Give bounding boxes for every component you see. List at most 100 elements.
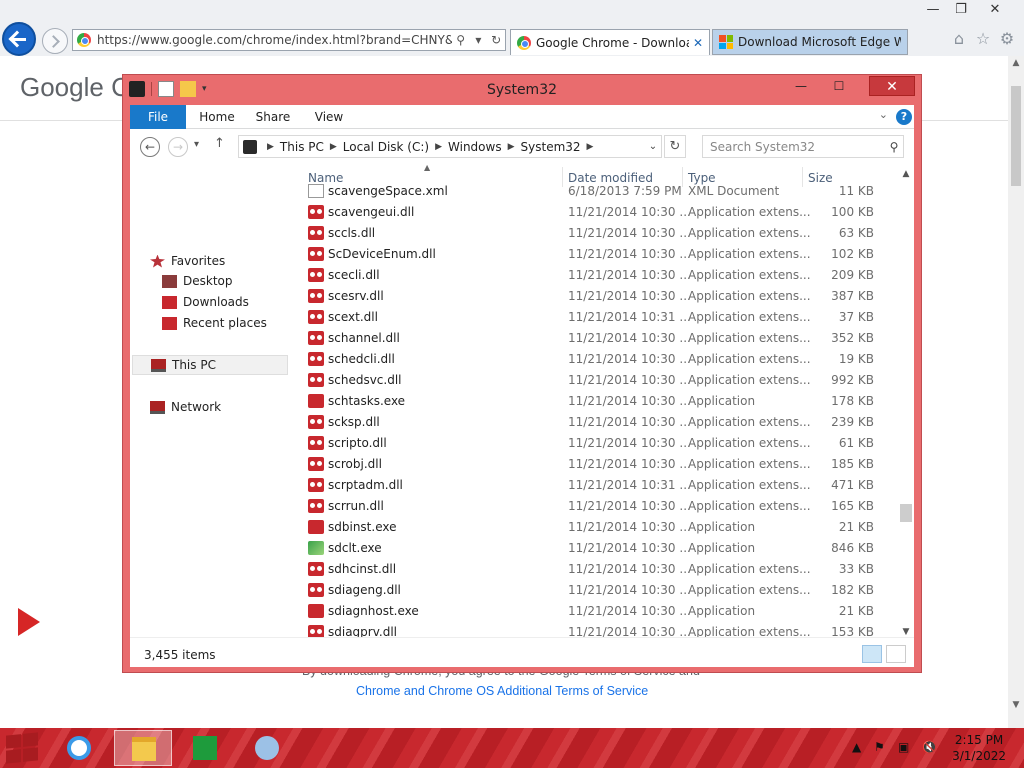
address-dropdown-icon[interactable]: ▾ — [470, 33, 488, 47]
search-icon[interactable]: ⚲ — [885, 140, 903, 154]
table-row[interactable]: scesrv.dll 11/21/2014 10:30 ... Applicatio… — [290, 286, 898, 307]
forward-button[interactable] — [42, 28, 68, 54]
expand-ribbon-icon[interactable]: ⌄ — [879, 108, 888, 121]
nav-desktop[interactable]: Desktop — [162, 271, 233, 291]
dll-file-icon — [308, 583, 324, 597]
tab-google-chrome[interactable]: Google Chrome - Downloa... ✕ — [510, 29, 710, 55]
chevron-right-icon[interactable]: ▶ — [508, 142, 515, 152]
table-row[interactable]: scrrun.dll 11/21/2014 10:30 ... Applicatio… — [290, 496, 898, 517]
scroll-thumb[interactable] — [900, 504, 912, 522]
breadcrumb[interactable]: ▶ This PC ▶ Local Disk (C:) ▶ Windows ▶ … — [238, 135, 662, 158]
table-row[interactable]: scext.dll 11/21/2014 10:31 ... Application… — [290, 307, 898, 328]
table-row[interactable]: sdbinst.exe 11/21/2014 10:30 ... Applicati… — [290, 517, 898, 538]
address-dropdown-icon[interactable]: ⌄ — [645, 141, 661, 152]
back-button[interactable] — [2, 22, 36, 56]
table-row[interactable]: sdclt.exe 11/21/2014 10:30 ... Application… — [290, 538, 898, 559]
chevron-right-icon[interactable]: ▶ — [435, 142, 442, 152]
table-row[interactable]: ScDeviceEnum.dll 11/21/2014 10:30 ... Appl… — [290, 244, 898, 265]
scroll-down-icon[interactable]: ▼ — [1008, 700, 1024, 710]
up-arrow-icon[interactable]: ↑ — [214, 136, 225, 151]
table-row[interactable]: scripto.dll 11/21/2014 10:30 ... Applicati… — [290, 433, 898, 454]
nav-downloads[interactable]: Downloads — [162, 292, 249, 312]
explorer-close-button[interactable]: ✕ — [869, 76, 915, 96]
back-arrow-icon[interactable]: ← — [140, 137, 160, 157]
browser-minimize-button[interactable]: — — [918, 0, 948, 20]
scroll-up-icon[interactable]: ▲ — [1008, 58, 1024, 68]
tab-view[interactable]: View — [304, 105, 354, 129]
settings-gear-icon[interactable]: ⚙ — [996, 28, 1018, 50]
tab-close-icon[interactable]: ✕ — [693, 36, 703, 50]
tab-home[interactable]: Home — [192, 105, 242, 129]
table-row[interactable]: scavengeSpace.xml 6/18/2013 7:59 PM XML … — [290, 181, 898, 202]
explorer-maximize-button[interactable]: ☐ — [823, 77, 855, 95]
table-row[interactable]: schedsvc.dll 11/21/2014 10:30 ... Applicat… — [290, 370, 898, 391]
table-row[interactable]: schannel.dll 11/21/2014 10:30 ... Applicat… — [290, 328, 898, 349]
downloads-icon — [162, 295, 177, 309]
taskbar-store[interactable] — [176, 730, 234, 766]
tab-file[interactable]: File — [130, 105, 186, 129]
recent-locations-icon[interactable]: ▾ — [194, 139, 199, 150]
address-url[interactable]: https://www.google.com/chrome/index.html… — [97, 33, 452, 47]
refresh-icon[interactable]: ↻ — [487, 33, 505, 47]
chevron-right-icon[interactable]: ▶ — [587, 142, 594, 152]
breadcrumb-local-disk[interactable]: Local Disk (C:) — [343, 140, 429, 154]
taskbar-internet-explorer[interactable] — [50, 730, 108, 766]
table-row[interactable]: sdhcinst.dll 11/21/2014 10:30 ... Applicat… — [290, 559, 898, 580]
start-button[interactable] — [6, 732, 38, 764]
action-center-flag-icon[interactable]: ⚑ — [874, 740, 885, 754]
file-date: 11/21/2014 10:30 ... — [568, 604, 691, 618]
file-size: 352 KB — [831, 331, 874, 345]
search-input[interactable]: Search System32 ⚲ — [702, 135, 904, 158]
backup-exe-icon — [308, 541, 324, 555]
breadcrumb-windows[interactable]: Windows — [448, 140, 502, 154]
table-row[interactable]: scksp.dll 11/21/2014 10:30 ... Application… — [290, 412, 898, 433]
nav-this-pc[interactable]: This PC — [132, 355, 288, 375]
show-hidden-icons[interactable]: ▲ — [852, 740, 861, 754]
breadcrumb-system32[interactable]: System32 — [521, 140, 581, 154]
nav-favorites[interactable]: Favorites — [150, 251, 225, 271]
table-row[interactable]: schedcli.dll 11/21/2014 10:30 ... Applicat… — [290, 349, 898, 370]
chevron-right-icon[interactable]: ▶ — [267, 142, 274, 152]
details-view-icon[interactable] — [862, 645, 882, 663]
breadcrumb-this-pc[interactable]: This PC — [280, 140, 324, 154]
table-row[interactable]: sdiageng.dll 11/21/2014 10:30 ... Applicat… — [290, 580, 898, 601]
explorer-titlebar[interactable]: ▾ System32 — ☐ ✕ — [123, 75, 921, 105]
nav-network[interactable]: Network — [150, 397, 221, 417]
nav-recent-places[interactable]: Recent places — [162, 313, 267, 333]
scroll-up-icon[interactable]: ▲ — [898, 169, 914, 179]
taskbar-media-app[interactable] — [238, 730, 296, 766]
chevron-right-icon[interactable]: ▶ — [330, 142, 337, 152]
table-row[interactable]: scrobj.dll 11/21/2014 10:30 ... Applicatio… — [290, 454, 898, 475]
terms-link[interactable]: Chrome and Chrome OS Additional Terms of… — [356, 684, 648, 698]
help-icon[interactable]: ? — [896, 109, 912, 125]
file-list-scrollbar[interactable]: ▲ ▼ — [898, 165, 914, 637]
tab-share[interactable]: Share — [248, 105, 298, 129]
scroll-down-icon[interactable]: ▼ — [898, 627, 914, 637]
system-clock[interactable]: 2:15 PM 3/1/2022 — [952, 732, 1006, 764]
address-bar[interactable]: https://www.google.com/chrome/index.html… — [72, 29, 506, 51]
refresh-icon[interactable]: ↻ — [664, 135, 686, 158]
table-row[interactable]: scrptadm.dll 11/21/2014 10:31 ... Applicat… — [290, 475, 898, 496]
browser-close-button[interactable]: ✕ — [980, 0, 1010, 20]
taskbar-file-explorer[interactable] — [114, 730, 172, 766]
scroll-thumb[interactable] — [1011, 86, 1021, 186]
table-row[interactable]: sccls.dll 11/21/2014 10:30 ... Application… — [290, 223, 898, 244]
network-status-icon[interactable]: ▣ — [898, 740, 909, 754]
forward-arrow-icon[interactable]: → — [168, 137, 188, 157]
table-row[interactable]: sdiagprv.dll 11/21/2014 10:30 ... Applicat… — [290, 622, 898, 637]
table-row[interactable]: schtasks.exe 11/21/2014 10:30 ... Applicat… — [290, 391, 898, 412]
large-icons-view-icon[interactable] — [886, 645, 906, 663]
file-type: XML Document — [688, 184, 780, 198]
table-row[interactable]: scavengeui.dll 11/21/2014 10:30 ... Applic… — [290, 202, 898, 223]
chrome-favicon-icon — [77, 33, 91, 47]
volume-muted-icon[interactable]: 🔇 — [922, 740, 937, 754]
table-row[interactable]: scecli.dll 11/21/2014 10:30 ... Applicatio… — [290, 265, 898, 286]
explorer-minimize-button[interactable]: — — [785, 77, 817, 95]
tab-microsoft-edge[interactable]: Download Microsoft Edge We... — [712, 29, 908, 55]
address-search-icon[interactable]: ⚲ — [452, 33, 470, 47]
favorites-star-icon[interactable]: ☆ — [972, 28, 994, 50]
browser-scrollbar[interactable]: ▲ ▼ — [1008, 56, 1024, 728]
browser-maximize-button[interactable]: ❐ — [946, 0, 976, 20]
table-row[interactable]: sdiagnhost.exe 11/21/2014 10:30 ... Applic… — [290, 601, 898, 622]
home-icon[interactable]: ⌂ — [948, 28, 970, 50]
